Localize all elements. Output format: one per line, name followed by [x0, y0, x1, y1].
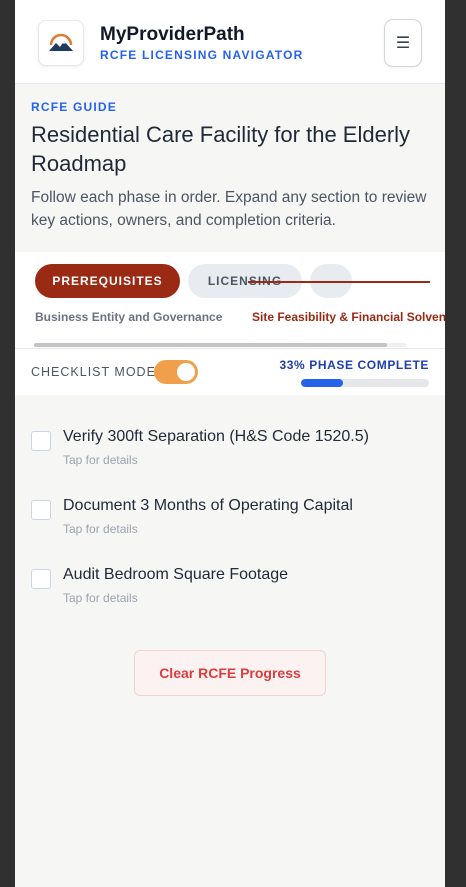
section-divider [15, 348, 445, 349]
checklist-item[interactable]: Document 3 Months of Operating Capital T… [15, 481, 445, 550]
app-header: MyProviderPath RCFE LICENSING NAVIGATOR … [15, 0, 445, 84]
phase-progress-fill [301, 379, 344, 387]
phase-tab-prerequisites[interactable]: PREREQUISITES [35, 264, 180, 298]
item-title: Audit Bedroom Square Footage [63, 566, 289, 583]
toggle-knob [177, 363, 195, 381]
brand-subtitle: RCFE LICENSING NAVIGATOR [100, 48, 304, 62]
page-description: Follow each phase in order. Expand any s… [31, 189, 427, 229]
item-hint: Tap for details [63, 522, 138, 536]
item-hint: Tap for details [63, 591, 138, 605]
item-hint: Tap for details [63, 453, 138, 467]
active-subtab-indicator [248, 281, 430, 283]
item-checkbox[interactable] [31, 500, 51, 520]
menu-button[interactable]: ☰ [384, 19, 422, 67]
phase-progress-label: 33% PHASE COMPLETE [279, 358, 429, 372]
app-logo [38, 20, 84, 66]
mountain-logo-icon [49, 33, 73, 51]
checklist-item[interactable]: Audit Bedroom Square Footage Tap for det… [15, 550, 445, 619]
checklist-mode-label: CHECKLIST MODE [31, 365, 156, 379]
phase-progress-bar [301, 379, 429, 387]
checklist-mode-toggle[interactable] [154, 360, 198, 384]
phase-navigation: PREREQUISITES LICENSING Business Entity … [15, 252, 445, 395]
brand-title: MyProviderPath [100, 24, 245, 45]
page-title: Residential Care Facility for the Elderl… [31, 122, 411, 176]
guide-eyebrow: RCFE GUIDE [31, 100, 118, 114]
subtab-site-feasibility[interactable]: Site Feasibility & Financial Solvency [252, 310, 445, 324]
checklist-item[interactable]: Verify 300ft Separation (H&S Code 1520.5… [15, 412, 445, 481]
item-title: Verify 300ft Separation (H&S Code 1520.5… [63, 428, 369, 445]
hamburger-menu-icon: ☰ [395, 35, 411, 52]
scrollbar-thumb[interactable] [34, 343, 387, 347]
subtab-strip: Business Entity and Governance Site Feas… [15, 306, 445, 336]
clear-progress-button[interactable]: Clear RCFE Progress [134, 650, 326, 696]
intro-section: RCFE GUIDE Residential Care Facility for… [31, 100, 431, 232]
item-title: Document 3 Months of Operating Capital [63, 497, 353, 514]
app-frame: MyProviderPath RCFE LICENSING NAVIGATOR … [15, 0, 445, 887]
checklist: Verify 300ft Separation (H&S Code 1520.5… [15, 412, 445, 619]
item-checkbox[interactable] [31, 431, 51, 451]
subtab-scrollbar[interactable] [34, 343, 406, 347]
item-checkbox[interactable] [31, 569, 51, 589]
subtab-business-entity[interactable]: Business Entity and Governance [35, 310, 222, 324]
